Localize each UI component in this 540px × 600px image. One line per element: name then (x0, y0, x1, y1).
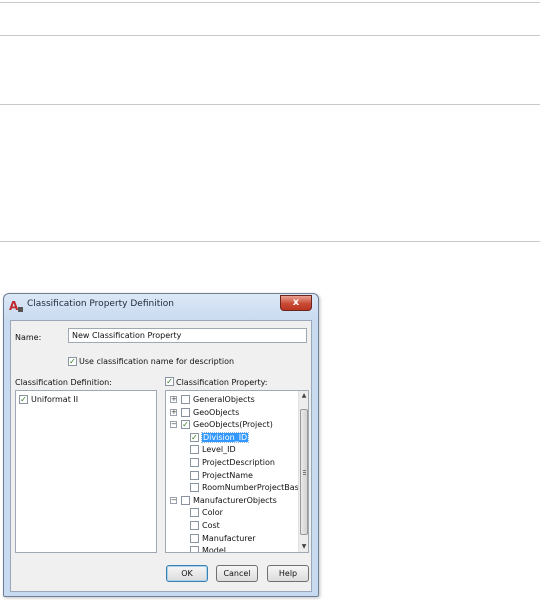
classification-definition-list[interactable]: Uniformat II (15, 390, 157, 553)
divider-line (0, 2, 540, 3)
tree-item-checkbox[interactable] (190, 470, 199, 480)
tree-item[interactable]: − ManufacturerObjects (166, 495, 298, 507)
tree-item-checkbox[interactable] (190, 546, 199, 552)
tree-item-checkbox[interactable] (181, 495, 190, 505)
name-field[interactable]: New Classification Property (68, 328, 307, 343)
expand-icon[interactable]: + (170, 396, 177, 403)
classification-property-label: Classification Property: (176, 378, 268, 387)
tree-item[interactable]: Manufacturer (166, 533, 298, 545)
tree-item-checkbox[interactable] (190, 508, 199, 518)
tree-item[interactable]: − GeoObjects(Project) (166, 419, 298, 431)
list-item[interactable]: Uniformat II (19, 394, 154, 406)
svg-text:A: A (9, 299, 19, 313)
tree-item-checkbox[interactable] (190, 432, 199, 442)
close-icon: x (292, 297, 300, 308)
tree-item-checkbox[interactable] (190, 533, 199, 543)
tree-item[interactable]: Color (166, 507, 298, 519)
tree-item[interactable]: RoomNumberProjectBased (166, 482, 308, 494)
tree-item-label: Color (202, 508, 223, 518)
title-bar[interactable]: A Classification Property Definition x (4, 294, 318, 318)
dialog-title: Classification Property Definition (27, 299, 174, 309)
tree-item[interactable]: Model (166, 545, 298, 553)
tree-item-label: GeneralObjects (193, 395, 255, 404)
tree-item[interactable]: ProjectName (166, 470, 298, 482)
tree-item-checkbox[interactable] (181, 395, 190, 404)
vertical-scrollbar[interactable]: ▲ ▼ (298, 391, 308, 552)
tree-item-checkbox[interactable] (190, 458, 199, 467)
classification-property-checkbox[interactable] (165, 377, 174, 386)
expand-icon[interactable]: + (170, 408, 177, 416)
tree-item-label: RoomNumberProjectBased (202, 483, 309, 493)
tree-item-label: GeoObjects(Project) (193, 420, 273, 430)
close-button[interactable]: x (280, 295, 312, 311)
tree-item-checkbox[interactable] (190, 521, 199, 530)
collapse-icon[interactable]: − (170, 496, 177, 504)
divider-line (0, 104, 540, 105)
scroll-down-arrow-icon[interactable]: ▼ (299, 542, 308, 552)
tree-item-label: Manufacturer (202, 533, 256, 543)
tree-item-label: GeoObjects (193, 407, 240, 417)
use-name-for-description-checkbox[interactable] (68, 357, 77, 366)
classification-property-tree[interactable]: + GeneralObjects + GeoObjects − GeoObjects(Pr… (165, 390, 309, 553)
dialog-body: Name: New Classification Property Use cl… (10, 320, 312, 592)
use-name-for-description-label: Use classification name for description (79, 357, 235, 366)
divider-line (0, 35, 540, 36)
classification-definition-label: Classification Definition: (15, 378, 112, 387)
tree-item-label: Model (202, 546, 227, 553)
tree-item-checkbox[interactable] (181, 407, 190, 417)
collapse-icon[interactable]: − (170, 421, 177, 429)
tree-item-label: ProjectName (202, 470, 253, 480)
autocad-app-icon: A (9, 299, 23, 313)
cancel-button[interactable]: Cancel (216, 565, 258, 582)
help-button[interactable]: Help (267, 565, 309, 582)
tree-item[interactable]: + GeoObjects (166, 407, 298, 419)
list-item-label: Uniformat II (31, 395, 79, 404)
tree-item-label: Level_ID (202, 445, 236, 455)
tree-item[interactable]: ProjectDescription (166, 457, 298, 469)
scroll-thumb[interactable] (300, 409, 308, 535)
name-label: Name: (15, 333, 42, 342)
tree-item-checkbox[interactable] (190, 445, 199, 455)
uniformat-checkbox[interactable] (19, 395, 28, 404)
tree-item-label: ProjectDescription (202, 458, 275, 467)
tree-item[interactable]: + GeneralObjects (166, 394, 298, 406)
tree-item[interactable]: Division_ID (166, 431, 298, 444)
divider-line (0, 241, 540, 242)
tree-item-label: ManufacturerObjects (193, 495, 277, 505)
tree-item-checkbox[interactable] (181, 420, 190, 430)
tree-item-label: Division_ID (200, 431, 250, 443)
ok-button[interactable]: OK (166, 565, 208, 582)
tree-item-label: Cost (202, 521, 220, 530)
scroll-up-arrow-icon[interactable]: ▲ (299, 391, 308, 401)
tree-item-checkbox[interactable] (190, 483, 199, 493)
tree-item[interactable]: Cost (166, 520, 298, 532)
tree-item[interactable]: Level_ID (166, 444, 298, 456)
classification-property-dialog: A Classification Property Definition x N… (3, 293, 319, 597)
